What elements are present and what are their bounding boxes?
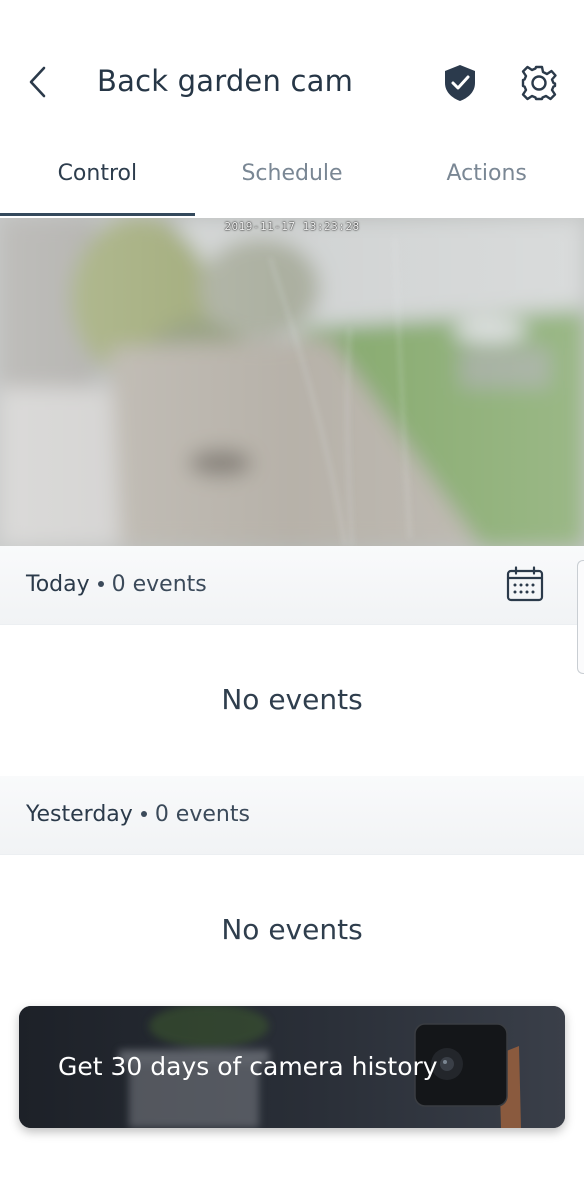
- day-name: Today: [26, 572, 90, 597]
- camera-history-promo[interactable]: Get 30 days of camera history: [19, 1006, 565, 1128]
- promo-text: Get 30 days of camera history: [58, 1052, 438, 1081]
- yesterday-label: Yesterday 0 events: [26, 802, 250, 827]
- calendar-icon: [506, 566, 544, 606]
- settings-button[interactable]: [518, 64, 560, 106]
- calendar-button[interactable]: [504, 566, 546, 606]
- tab-schedule[interactable]: Schedule: [195, 140, 390, 218]
- security-shield-button[interactable]: [440, 64, 480, 106]
- today-header: Today 0 events: [0, 546, 584, 625]
- yesterday-no-events: No events: [221, 913, 363, 946]
- separator-dot: [140, 810, 147, 817]
- camera-timestamp: 2019-11-17 13:23:28: [224, 220, 360, 233]
- back-button[interactable]: [18, 64, 58, 104]
- event-count: 0 events: [111, 572, 207, 597]
- day-name: Yesterday: [26, 802, 133, 827]
- chevron-left-icon: [27, 65, 49, 103]
- separator-dot: [97, 580, 104, 587]
- camera-live-view[interactable]: 2019-11-17 13:23:28: [0, 218, 584, 546]
- tab-control[interactable]: Control: [0, 140, 195, 218]
- app-header: Back garden cam: [0, 0, 584, 140]
- page-title: Back garden cam: [97, 64, 354, 98]
- tab-bar: Control Schedule Actions: [0, 140, 584, 218]
- gear-icon: [520, 64, 558, 106]
- today-label: Today 0 events: [26, 572, 207, 597]
- tab-actions[interactable]: Actions: [389, 140, 584, 218]
- shield-check-icon: [442, 63, 478, 107]
- event-count: 0 events: [154, 802, 250, 827]
- scrollbar[interactable]: [577, 560, 584, 674]
- yesterday-header: Yesterday 0 events: [0, 776, 584, 855]
- camera-image: [0, 218, 584, 546]
- today-no-events: No events: [221, 683, 363, 716]
